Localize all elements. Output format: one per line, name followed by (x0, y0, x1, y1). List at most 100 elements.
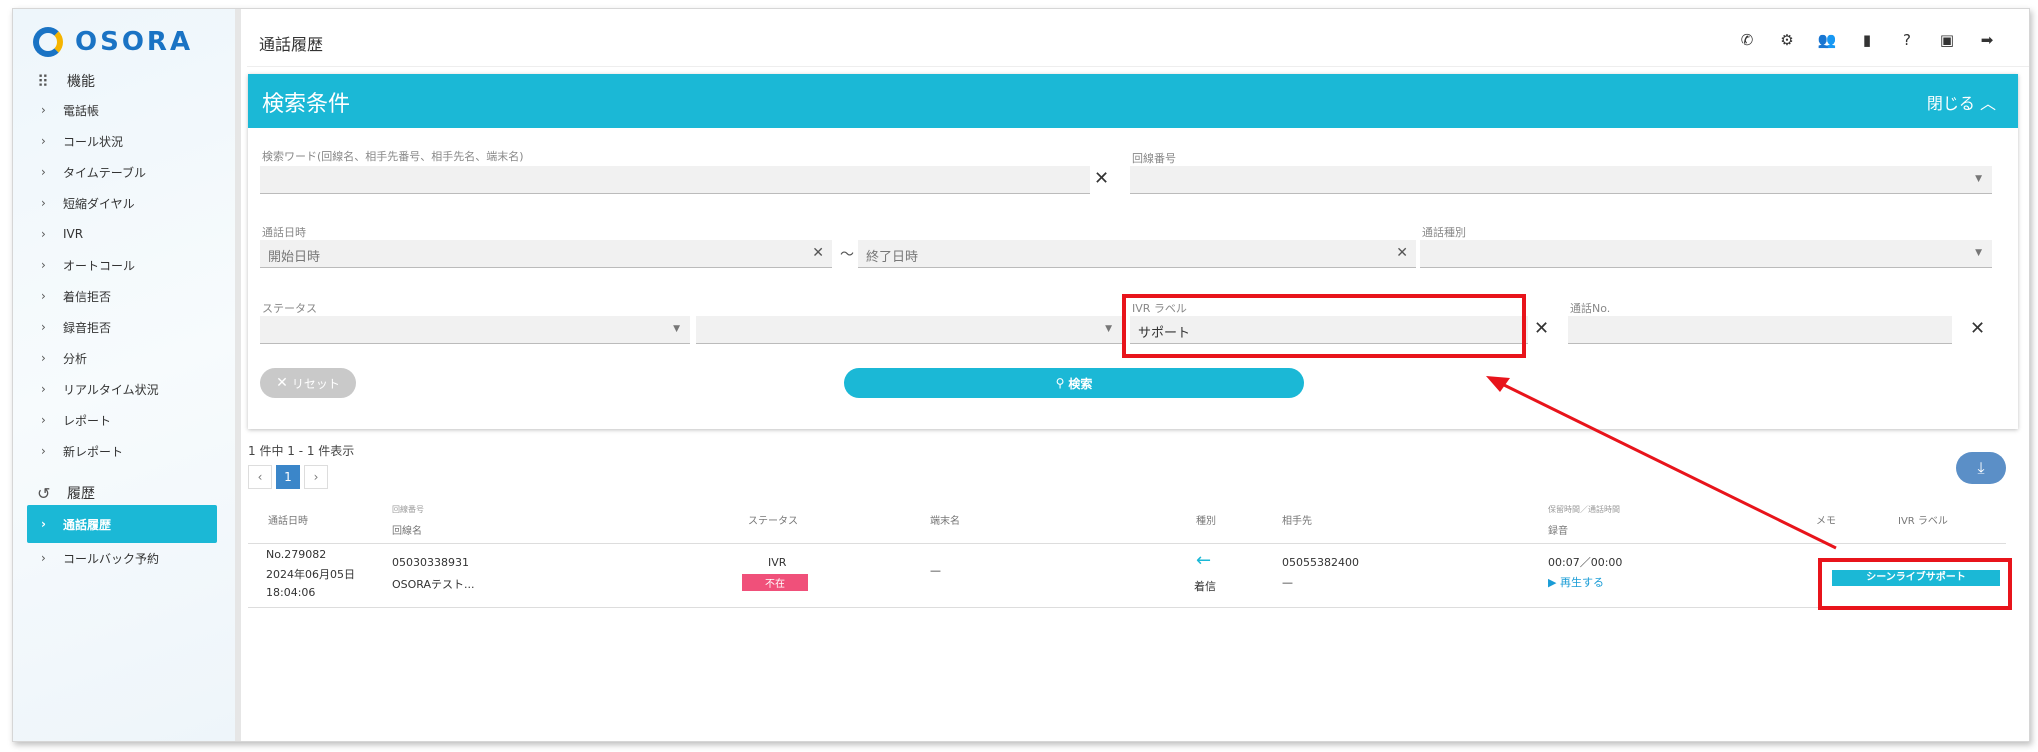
start-date-placeholder: 開始日時 (268, 250, 321, 265)
header-ivr-label: IVR ラベル (1898, 516, 1948, 527)
chevron-right-icon: › (41, 165, 46, 179)
line-number-select[interactable]: ▼ (1130, 166, 1992, 194)
dropdown-caret-icon: ▼ (673, 324, 680, 334)
table-row[interactable]: No.279082 2024年06月05日 18:04:06 050303389… (248, 544, 2006, 608)
search-button[interactable]: ⚲ 検索 (844, 368, 1304, 398)
sidebar-item-label: リアルタイム状況 (63, 382, 159, 397)
phone-settings-icon[interactable]: ✆ (1727, 31, 1767, 49)
sidebar-item-call-history[interactable]: › 通話履歴 (27, 505, 217, 543)
logout-icon[interactable]: ➡ (1967, 31, 2007, 49)
play-icon: ▶ (1548, 576, 1560, 589)
close-label: 閉じる (1926, 94, 1975, 113)
chevron-right-icon: › (41, 196, 46, 210)
call-no-input[interactable] (1568, 316, 1952, 344)
sidebar-item-new-report[interactable]: › 新レポート (27, 432, 217, 470)
keyword-input[interactable] (260, 166, 1090, 194)
row-no: No.279082 (266, 548, 327, 561)
result-count: 1 件中 1 - 1 件表示 (248, 444, 355, 458)
sidebar-item-label: 通話履歴 (63, 517, 112, 532)
sidebar-item-label: 電話帳 (63, 103, 100, 118)
grid-icon: ⠿ (37, 71, 49, 91)
chevron-right-icon: › (41, 351, 46, 365)
play-label: 再生する (1559, 576, 1604, 589)
clear-end-date-icon[interactable]: ✕ (1396, 245, 1408, 261)
line-number-label: 回線番号 (1132, 152, 1176, 165)
section-label: 機能 (67, 74, 95, 90)
chevron-right-icon: › (41, 103, 46, 117)
pager-next-button[interactable]: › (304, 465, 328, 489)
sidebar-section-history: ↺ 履歴 (37, 483, 95, 503)
users-icon[interactable]: 👥 (1807, 31, 1847, 49)
book-icon[interactable]: ▮ (1847, 31, 1887, 49)
annotation-highlight-ivr-tag (1818, 558, 2012, 610)
chevron-right-icon: › (41, 517, 46, 531)
chevron-right-icon: › (41, 382, 46, 396)
row-time: 18:04:06 (266, 586, 316, 599)
call-type-label: 通話種別 (1422, 226, 1466, 239)
sidebar-item-label: タイムテーブル (63, 165, 147, 180)
header-recording: 録音 (1548, 526, 1568, 537)
account-icon[interactable]: ▣ (1927, 31, 1967, 49)
status-select-1[interactable]: ▼ (260, 316, 690, 344)
clear-start-date-icon[interactable]: ✕ (812, 245, 824, 261)
status-select-2[interactable]: ▼ (696, 316, 1122, 344)
search-label: 検索 (1068, 376, 1093, 391)
sidebar-item-label: オートコール (63, 258, 136, 273)
reset-label: リセット (291, 376, 340, 391)
pagination: ‹ 1 › (248, 465, 332, 489)
help-icon[interactable]: ? (1887, 31, 1927, 49)
chevron-right-icon: › (41, 551, 46, 565)
incoming-arrow-icon: ← (1196, 550, 1212, 571)
start-date-input[interactable]: 開始日時 ✕ (260, 240, 832, 268)
row-date: 2024年06月05日 (266, 568, 355, 581)
status-badge: 不在 (742, 574, 808, 591)
keyword-label: 検索ワード(回線名、相手先番号、相手先名、端末名) (262, 150, 524, 163)
dropdown-caret-icon: ▼ (1105, 324, 1112, 334)
row-partner-number: 05055382400 (1282, 556, 1359, 569)
call-date-label: 通話日時 (262, 226, 306, 239)
logo[interactable]: OSORA (33, 27, 193, 57)
row-line-name: OSORAテスト... (392, 578, 475, 591)
sidebar-item-label: 分析 (63, 351, 88, 366)
search-icon: ⚲ (1055, 376, 1065, 390)
chevron-right-icon: › (41, 227, 46, 241)
reset-button[interactable]: ✕ リセット (260, 368, 356, 398)
call-type-select[interactable]: ▼ (1420, 240, 1992, 268)
sidebar-item-callback[interactable]: › コールバック予約 (27, 539, 217, 577)
call-no-label: 通話No. (1570, 302, 1611, 315)
header-partner: 相手先 (1282, 516, 1312, 527)
row-type: 着信 (1194, 580, 1216, 593)
chevron-right-icon: › (41, 289, 46, 303)
table-header: 通話日時 回線番号 回線名 ステータス 端末名 種別 相手先 保留時間／通話時間… (248, 500, 2006, 544)
pager-page-1[interactable]: 1 (276, 465, 300, 489)
chevron-right-icon: › (41, 134, 46, 148)
clear-ivr-label-icon[interactable]: ✕ (1534, 318, 1549, 339)
chevron-right-icon: › (41, 444, 46, 458)
header-status: ステータス (748, 516, 798, 527)
play-recording-link[interactable]: ▶ 再生する (1548, 574, 1604, 590)
row-status-ivr: IVR (768, 556, 787, 569)
chevron-right-icon: › (41, 413, 46, 427)
clear-call-no-icon[interactable]: ✕ (1970, 318, 1985, 339)
download-button[interactable]: ⤓ (1956, 452, 2006, 484)
chevron-right-icon: › (41, 258, 46, 272)
sidebar-item-label: コール状況 (63, 134, 124, 149)
clear-keyword-icon[interactable]: ✕ (1094, 168, 1109, 189)
close-panel-button[interactable]: 閉じる ︿ (1927, 90, 1996, 114)
header-type: 種別 (1196, 516, 1216, 527)
end-date-placeholder: 終了日時 (866, 250, 919, 265)
settings-icon[interactable]: ⚙ (1767, 31, 1807, 49)
end-date-input[interactable]: 終了日時 ✕ (858, 240, 1416, 268)
header-line-number: 回線番号 (392, 505, 424, 514)
search-panel-header: 検索条件 閉じる ︿ (248, 74, 2018, 128)
sidebar-item-label: 短縮ダイヤル (63, 196, 135, 211)
sidebar-item-label: 録音拒否 (63, 320, 112, 335)
pager-prev-button[interactable]: ‹ (248, 465, 272, 489)
search-panel: 検索条件 閉じる ︿ 検索ワード(回線名、相手先番号、相手先名、端末名) ✕ 回… (248, 74, 2018, 429)
sidebar-item-label: レポート (63, 413, 112, 428)
header-memo: メモ (1816, 516, 1836, 527)
sidebar-section-features: ⠿ 機能 (37, 71, 95, 91)
header-duration: 保留時間／通話時間 (1548, 505, 1620, 514)
header-terminal: 端末名 (930, 516, 960, 527)
download-icon: ⤓ (1977, 458, 1985, 477)
